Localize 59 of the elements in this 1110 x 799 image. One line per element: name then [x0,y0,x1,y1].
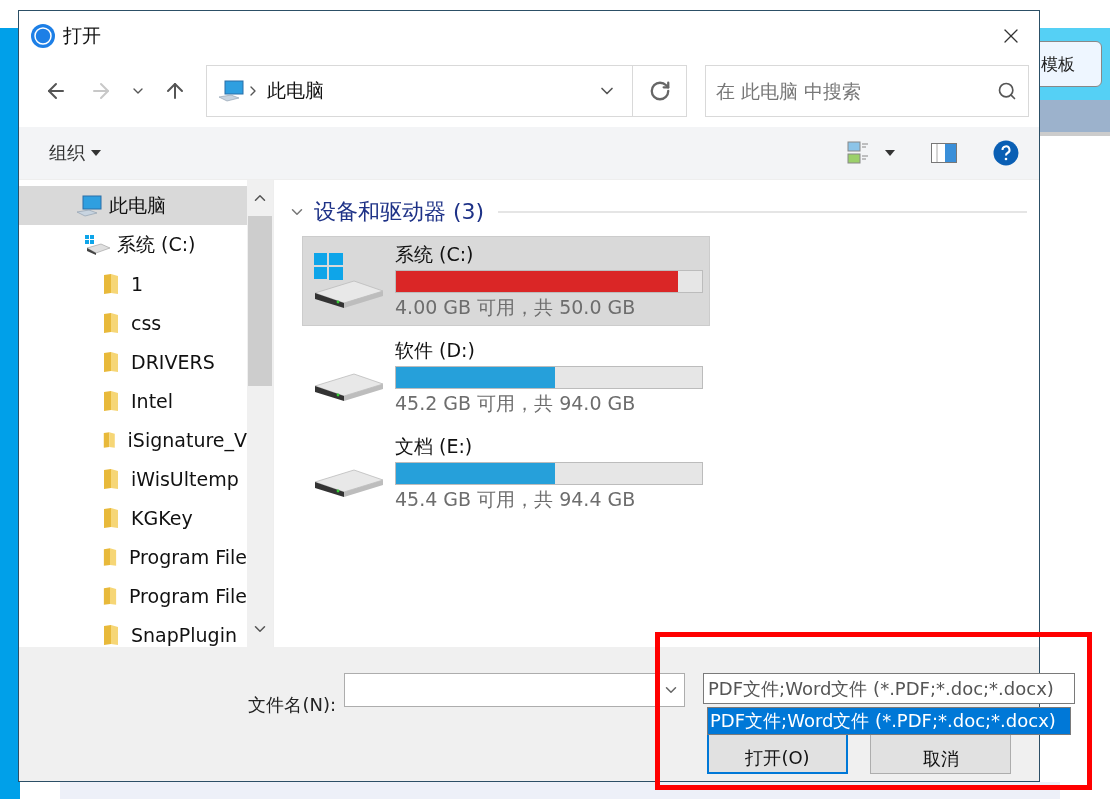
organize-menu-button[interactable]: 组织 [49,141,101,165]
search-field[interactable]: 在 此电脑 中搜索 [705,65,1029,117]
computer-icon [75,194,103,217]
nav-tree-item[interactable]: DRIVERS [19,342,247,381]
folder-icon [103,506,119,529]
nav-tree-item[interactable]: Program File [19,576,247,615]
folder-icon [103,623,119,646]
folder-icon [103,389,119,412]
search-icon [997,81,1017,101]
nav-tree-item[interactable]: css [19,303,247,342]
view-options-icon[interactable] [847,141,871,165]
nav-tree-item[interactable]: 系统 (C:) [19,225,247,264]
drive-item[interactable]: 系统 (C:) 4.00 GB 可用，共 50.0 GB [302,236,710,326]
drive-name: 软件 (D:) [395,337,476,363]
nav-tree-item[interactable]: 此电脑 [19,186,247,225]
filename-field[interactable] [344,673,685,707]
nav-tree-item[interactable]: Intel [19,381,247,420]
drive-icon [314,468,384,498]
file-type-dropdown[interactable]: PDF文件;Word文件 (*.PDF;*.doc;*.docx) [703,673,1075,704]
caret-icon [91,150,101,156]
folder-icon [103,311,119,334]
filename-label: 文件名(N): [248,693,336,717]
computer-icon [216,80,245,102]
scrollbar-thumb[interactable] [248,216,272,386]
view-dropdown-button[interactable] [885,150,895,156]
window-title: 打开 [63,23,102,48]
drive-space-info: 45.4 GB 可用，共 94.4 GB [395,486,637,512]
nav-tree-item[interactable]: SnapPlugin [19,615,247,647]
system-drive-icon [314,253,384,309]
drive-item[interactable]: 文档 (E:) 45.4 GB 可用，共 94.4 GB [302,428,710,518]
preview-pane-icon[interactable] [931,143,957,163]
drive-name: 文档 (E:) [395,433,474,459]
drive-name: 系统 (C:) [395,241,475,267]
drive-space-info: 45.2 GB 可用，共 94.0 GB [395,390,637,416]
group-heading: 设备和驱动器 (3) [314,198,485,226]
app-logo-icon [31,24,55,48]
folder-icon [103,467,119,490]
refresh-icon [648,80,671,102]
caret-icon [885,150,895,156]
address-path: 此电脑 [266,78,325,103]
drive-icon [85,234,111,255]
nav-tree-item[interactable]: 1 [19,264,247,303]
nav-tree-item[interactable]: iSignature_V [19,420,247,459]
scrollbar[interactable] [247,180,273,647]
cancel-button[interactable]: 取消 [870,733,1011,774]
folder-icon [103,584,117,607]
address-bar[interactable]: 此电脑 [205,65,688,117]
nav-tree-item[interactable]: iWisUltemp [19,459,247,498]
file-type-option[interactable]: PDF文件;Word文件 (*.PDF;*.doc;*.docx) [708,708,1070,734]
nav-tree-item[interactable]: KGKey [19,498,247,537]
open-button[interactable]: 打开(O) [707,733,848,774]
drive-space-info: 4.00 GB 可用，共 50.0 GB [395,294,637,320]
folder-icon [103,272,119,295]
folder-icon [103,350,119,373]
help-icon[interactable] [993,140,1019,166]
drive-item[interactable]: 软件 (D:) 45.2 GB 可用，共 94.0 GB [302,332,710,422]
drive-icon [314,372,384,402]
folder-icon [103,545,117,568]
nav-tree-item[interactable]: Program File [19,537,247,576]
